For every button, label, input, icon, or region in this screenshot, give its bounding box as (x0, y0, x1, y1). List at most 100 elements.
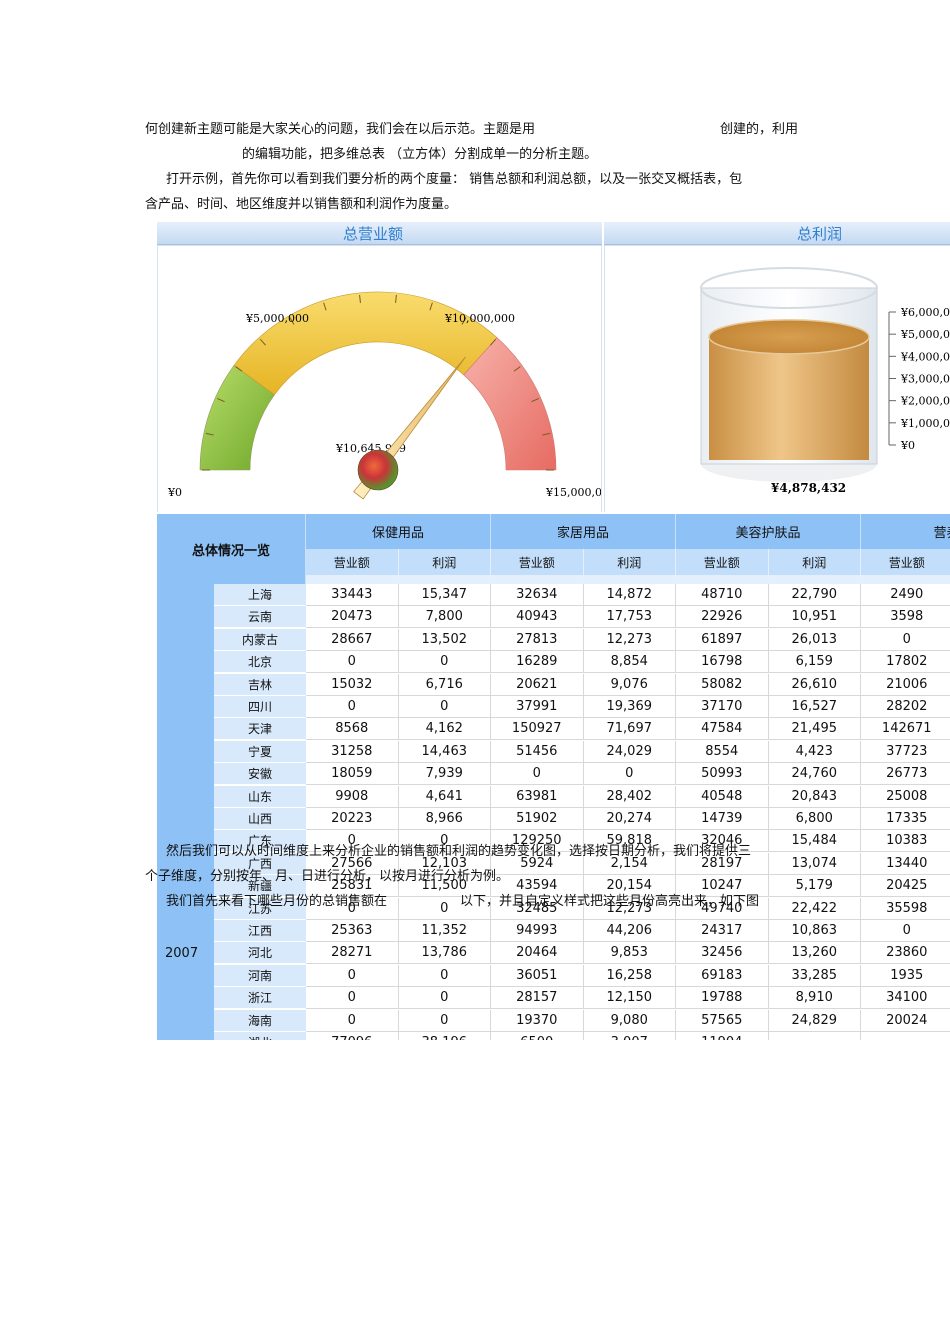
table-row: 云南 20473 7,800 40943 17,753 22926 10,951 3598 (157, 606, 950, 629)
cylinder-scale-label: ¥2,000,0 (900, 395, 950, 408)
table-cell: 4,423 (768, 740, 861, 763)
table-cell: 28,402 (583, 785, 676, 808)
table-cell: 20024 (861, 1009, 950, 1032)
table-cell: 15,347 (398, 584, 491, 606)
table-cell: 14739 (676, 808, 769, 830)
cylinder-scale: ¥6,000,0 ¥5,000,0 ¥4,000,0 ¥3,000,0 ¥2,000,0… (889, 306, 950, 452)
table-cell: 26,013 (768, 628, 861, 651)
table-cell: 0 (306, 987, 399, 1010)
table-cell: 8,910 (768, 987, 861, 1010)
table-cell: 5,179 (768, 875, 861, 898)
table-cell: 35598 (861, 897, 950, 920)
table-cell: 28157 (491, 987, 584, 1010)
table-region-label: 天津 (214, 718, 306, 741)
cylinder-liquid-surface (708, 319, 870, 355)
table-corner: 总体情况一览 (157, 514, 306, 584)
table-cell: 6,800 (768, 808, 861, 830)
table-cell: 20,274 (583, 808, 676, 830)
table-cell: 0 (398, 964, 491, 987)
table-cell: 17335 (861, 808, 950, 830)
paragraph-1-line-2: 的编辑功能，把多维总表 （立方体）分割成单一的分析主题。 (242, 147, 598, 162)
paragraph-3-line-2: 个子维度，分别按年、月、日进行分析，以按月进行分析为例。 (145, 869, 510, 884)
table-cell: 14,463 (398, 740, 491, 763)
table-cell: 14,872 (583, 584, 676, 606)
table-cell: 12,150 (583, 987, 676, 1010)
table-group-header: 家居用品 (491, 514, 676, 549)
table-cell: 32456 (676, 942, 769, 965)
table-region-label: 宁夏 (214, 740, 306, 763)
table-cell: 20,843 (768, 785, 861, 808)
table-cell: 20223 (306, 808, 399, 830)
table-cell: 16,258 (583, 964, 676, 987)
table-region-label: 安徽 (214, 763, 306, 786)
table-cell: 26,610 (768, 673, 861, 696)
cylinder-scale-label: ¥3,000,0 (900, 373, 950, 386)
table-cell: 12,273 (583, 628, 676, 651)
table-cell: 13,074 (768, 852, 861, 875)
table-cell: 31258 (306, 740, 399, 763)
table-region-label: 河北 (214, 942, 306, 965)
table-cell: 28667 (306, 628, 399, 651)
cylinder-scale-label: ¥5,000,0 (900, 328, 950, 341)
table-cell: 0 (583, 763, 676, 786)
table-cell: 6,159 (768, 651, 861, 674)
table-cell: 61897 (676, 628, 769, 651)
table-sub-header: 利润 (398, 549, 491, 575)
table-cell: 150927 (491, 718, 584, 741)
table-cell: 13,502 (398, 628, 491, 651)
table-cell: 22926 (676, 606, 769, 629)
table-row: 河北 28271 13,786 20464 9,853 32456 13,260 23860 (157, 942, 950, 965)
table-cell: 0 (398, 987, 491, 1010)
cylinder-scale-label: ¥0 (900, 439, 915, 452)
revenue-gauge-panel: ¥0 ¥5,000,000 ¥10,000,000 ¥15,000,0 ¥10,… (157, 245, 602, 512)
table-cell: 40943 (491, 606, 584, 629)
table-row: 四川 0 0 37991 19,369 37170 16,527 28202 (157, 696, 950, 718)
table-cell: 21,495 (768, 718, 861, 741)
table-cell: 3,007 (583, 1032, 676, 1040)
table-sub-header: 营业额 (306, 549, 399, 575)
gauge-label-5m: ¥5,000,000 (245, 312, 309, 325)
table-row: 安徽 18059 7,939 0 0 50993 24,760 26773 (157, 763, 950, 786)
table-cell: 26773 (861, 763, 950, 786)
table-region-label: 吉林 (214, 673, 306, 696)
table-header-spacer (306, 575, 399, 584)
table-cell: 20621 (491, 673, 584, 696)
table-cell: 58082 (676, 673, 769, 696)
table-header-spacer (861, 575, 950, 584)
gauge-yellow-band (233, 291, 498, 396)
table-cell: 25363 (306, 920, 399, 942)
profit-header: 总利润 (604, 222, 950, 245)
table-cell: 9,853 (583, 942, 676, 965)
table-cell: 37723 (861, 740, 950, 763)
table-region-label: 湖北 (214, 1032, 306, 1040)
cylinder-liquid (709, 336, 869, 460)
table-cell: 20464 (491, 942, 584, 965)
gauge-hub (357, 449, 399, 491)
table-row: 河南 0 0 36051 16,258 69183 33,285 1935 (157, 964, 950, 987)
table-cell: 21006 (861, 673, 950, 696)
table-cell: 9908 (306, 785, 399, 808)
gauge-label-10m: ¥10,000,000 (444, 312, 515, 325)
table-cell: 24,760 (768, 763, 861, 786)
table-region-label: 云南 (214, 606, 306, 629)
table-sub-header: 营业额 (491, 549, 584, 575)
table-cell: 16289 (491, 651, 584, 674)
paragraph-1-line-1a: 何创建新主题可能是大家关心的问题，我们会在以后示范。主题是用 (145, 122, 536, 137)
table-cell: 0 (861, 628, 950, 651)
table-cell: 9,076 (583, 673, 676, 696)
table-cell: 23860 (861, 942, 950, 965)
table-region-label: 山西 (214, 808, 306, 830)
table-cell: 37170 (676, 696, 769, 718)
table-cell: 57565 (676, 1009, 769, 1032)
table-cell: 15032 (306, 673, 399, 696)
table-cell: 36051 (491, 964, 584, 987)
table-cell: 0 (398, 1009, 491, 1032)
table-cell: 63981 (491, 785, 584, 808)
table-region-label: 海南 (214, 1009, 306, 1032)
table-row: 天津 8568 4,162 150927 71,697 47584 21,495 142671 (157, 718, 950, 741)
table-cell: 48710 (676, 584, 769, 606)
paragraph-2-line-1: 打开示例，首先你可以看到我们要分析的两个度量： 销售总额和利润总额，以及一张交叉… (166, 172, 743, 187)
table-cell: 38,196 (398, 1032, 491, 1040)
table-cell: 13,786 (398, 942, 491, 965)
table-cell: 20473 (306, 606, 399, 629)
